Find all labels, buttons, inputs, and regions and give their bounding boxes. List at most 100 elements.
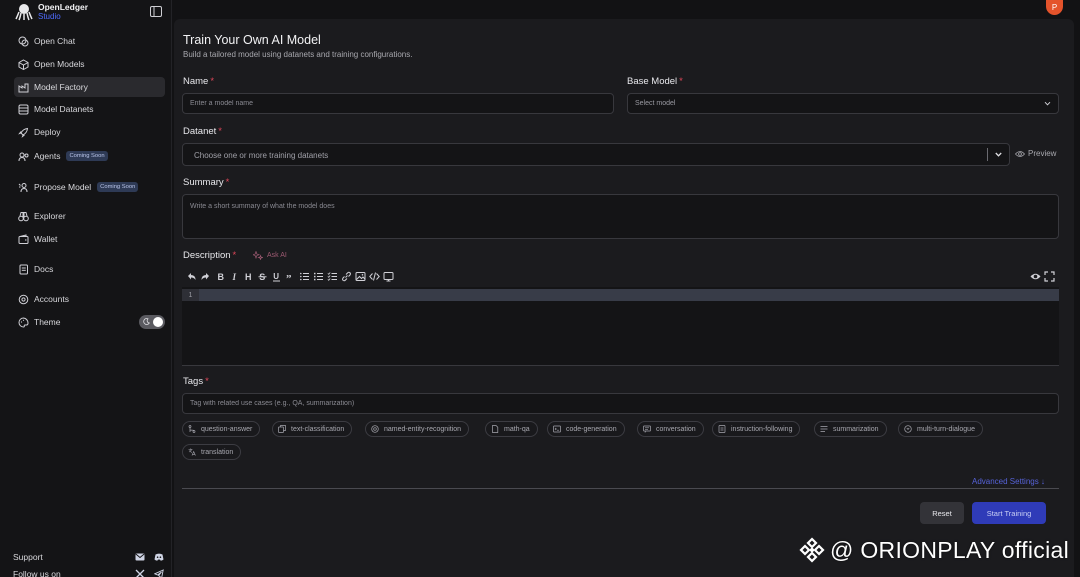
sidebar-item-agents[interactable]: Agents Coming Soon xyxy=(14,146,165,166)
required-mark: * xyxy=(225,177,230,188)
italic-icon[interactable]: I xyxy=(229,271,240,282)
reset-button[interactable]: Reset xyxy=(920,502,964,524)
advanced-settings-link[interactable]: Advanced Settings ↓ xyxy=(972,477,1045,486)
brand[interactable]: OpenLedger Studio xyxy=(14,2,88,22)
sidebar-item-label: Explorer xyxy=(34,211,66,221)
preview-button[interactable]: Preview xyxy=(1015,149,1056,158)
required-mark: * xyxy=(232,250,237,261)
support-label: Support xyxy=(13,552,43,562)
chevron-down-icon[interactable] xyxy=(994,150,1003,159)
quote-icon[interactable]: ” xyxy=(285,271,296,282)
tag-chip-multi-turn-dialogue[interactable]: multi-turn-dialogue xyxy=(898,421,983,437)
sidebar-item-label: Model Factory xyxy=(34,82,88,92)
tags-input[interactable] xyxy=(182,393,1059,414)
tag-chip-named-entity-recognition[interactable]: named-entity-recognition xyxy=(365,421,470,437)
redo-icon[interactable] xyxy=(200,271,211,282)
code-icon[interactable] xyxy=(369,271,380,282)
sidebar-item-label: Accounts xyxy=(34,294,69,304)
tag-label: translation xyxy=(201,448,234,456)
fullscreen-icon[interactable] xyxy=(1044,271,1055,282)
propose-icon xyxy=(18,182,28,192)
undo-icon[interactable] xyxy=(186,271,197,282)
summary-textarea[interactable] xyxy=(182,194,1059,239)
mail-icon[interactable] xyxy=(135,552,145,562)
tag-chip-translation[interactable]: translation xyxy=(182,444,242,460)
accounts-icon xyxy=(18,294,29,304)
user-avatar[interactable]: P xyxy=(1046,0,1063,15)
telegram-icon[interactable] xyxy=(154,569,164,577)
description-editor[interactable]: 1 xyxy=(182,287,1059,366)
summary-label: Summary * xyxy=(183,177,230,188)
line-number: 1 xyxy=(182,289,199,301)
required-mark: * xyxy=(679,76,683,87)
sidebar-collapse-icon[interactable] xyxy=(150,6,162,17)
preview-eye-icon[interactable] xyxy=(1030,271,1041,282)
start-training-button[interactable]: Start Training xyxy=(972,502,1046,524)
heading-icon[interactable]: H xyxy=(243,271,254,282)
x-twitter-icon[interactable] xyxy=(135,569,145,577)
image-icon[interactable] xyxy=(355,271,366,282)
unordered-list-icon[interactable] xyxy=(313,271,324,282)
tag-chip-code-generation[interactable]: code-generation xyxy=(547,421,625,437)
sidebar-item-explorer[interactable]: Explorer xyxy=(14,206,165,226)
sidebar-item-propose-model[interactable]: Propose Model Coming Soon xyxy=(14,177,165,197)
eye-icon xyxy=(1015,150,1025,157)
document-icon xyxy=(492,425,499,433)
page-subtitle: Build a tailored model using datanets an… xyxy=(183,50,413,59)
embed-icon[interactable] xyxy=(383,271,394,282)
cube-icon xyxy=(18,58,29,70)
refresh-icon xyxy=(904,425,912,433)
tag-chip-instruction-following[interactable]: instruction-following xyxy=(712,421,801,437)
tag-chip-math-qa[interactable]: math-qa xyxy=(485,421,538,437)
tag-label: question-answer xyxy=(201,425,253,433)
base-model-label: Base Model * xyxy=(627,76,683,87)
sidebar-item-open-models[interactable]: Open Models xyxy=(14,54,165,74)
sidebar-item-docs[interactable]: Docs xyxy=(14,259,165,279)
editor-toolbar: B I H S U ” xyxy=(182,269,1059,285)
tag-chip-summarization[interactable]: summarization xyxy=(814,421,887,437)
chat-icon xyxy=(18,36,29,46)
sidebar-item-wallet[interactable]: Wallet xyxy=(14,229,165,249)
tag-label: conversation xyxy=(656,425,696,433)
sidebar-item-open-chat[interactable]: Open Chat xyxy=(14,31,165,51)
terminal-icon xyxy=(553,425,561,433)
preview-label: Preview xyxy=(1028,149,1057,158)
sidebar-item-deploy[interactable]: Deploy xyxy=(14,122,165,142)
checklist-icon[interactable] xyxy=(327,271,338,282)
tag-chip-question-answer[interactable]: question-answer xyxy=(182,421,261,437)
editor-active-line xyxy=(182,289,1059,301)
moon-icon xyxy=(143,318,150,325)
ask-ai-button[interactable]: Ask AI xyxy=(253,251,287,260)
rocket-icon xyxy=(18,127,29,138)
sidebar: OpenLedger Studio Open Chat Open Models … xyxy=(0,0,172,577)
tag-chip-text-classification[interactable]: text-classification xyxy=(272,421,353,437)
page-title: Train Your Own AI Model xyxy=(183,33,321,47)
strikethrough-icon[interactable]: S xyxy=(257,271,268,282)
bold-icon[interactable]: B xyxy=(215,271,226,282)
sidebar-item-model-factory[interactable]: Model Factory xyxy=(14,77,165,97)
sidebar-item-accounts[interactable]: Accounts xyxy=(14,289,165,309)
base-model-select[interactable] xyxy=(627,93,1059,114)
target-icon xyxy=(371,425,379,433)
tag-label: code-generation xyxy=(566,425,617,433)
required-mark: * xyxy=(218,126,222,137)
underline-icon[interactable]: U xyxy=(271,271,282,282)
sidebar-item-label: Propose Model xyxy=(34,182,92,192)
chevron-down-icon xyxy=(1044,101,1051,106)
theme-toggle[interactable] xyxy=(139,315,165,329)
sparkle-icon xyxy=(253,251,263,260)
tag-chip-conversation[interactable]: conversation xyxy=(637,421,704,437)
tags-label: Tags * xyxy=(183,376,209,387)
divider xyxy=(182,488,1059,489)
sidebar-item-label: Docs xyxy=(34,264,54,274)
factory-icon xyxy=(18,83,29,92)
link-icon[interactable] xyxy=(341,271,352,282)
ordered-list-icon[interactable] xyxy=(299,271,310,282)
follow-us-label: Follow us on xyxy=(13,569,61,577)
tag-label: math-qa xyxy=(504,425,530,433)
discord-icon[interactable] xyxy=(154,552,164,562)
model-name-input[interactable] xyxy=(182,93,614,114)
sidebar-item-model-datanets[interactable]: Model Datanets xyxy=(14,99,165,119)
datanet-label: Datanet * xyxy=(183,126,222,137)
git-branch-icon xyxy=(188,425,196,433)
